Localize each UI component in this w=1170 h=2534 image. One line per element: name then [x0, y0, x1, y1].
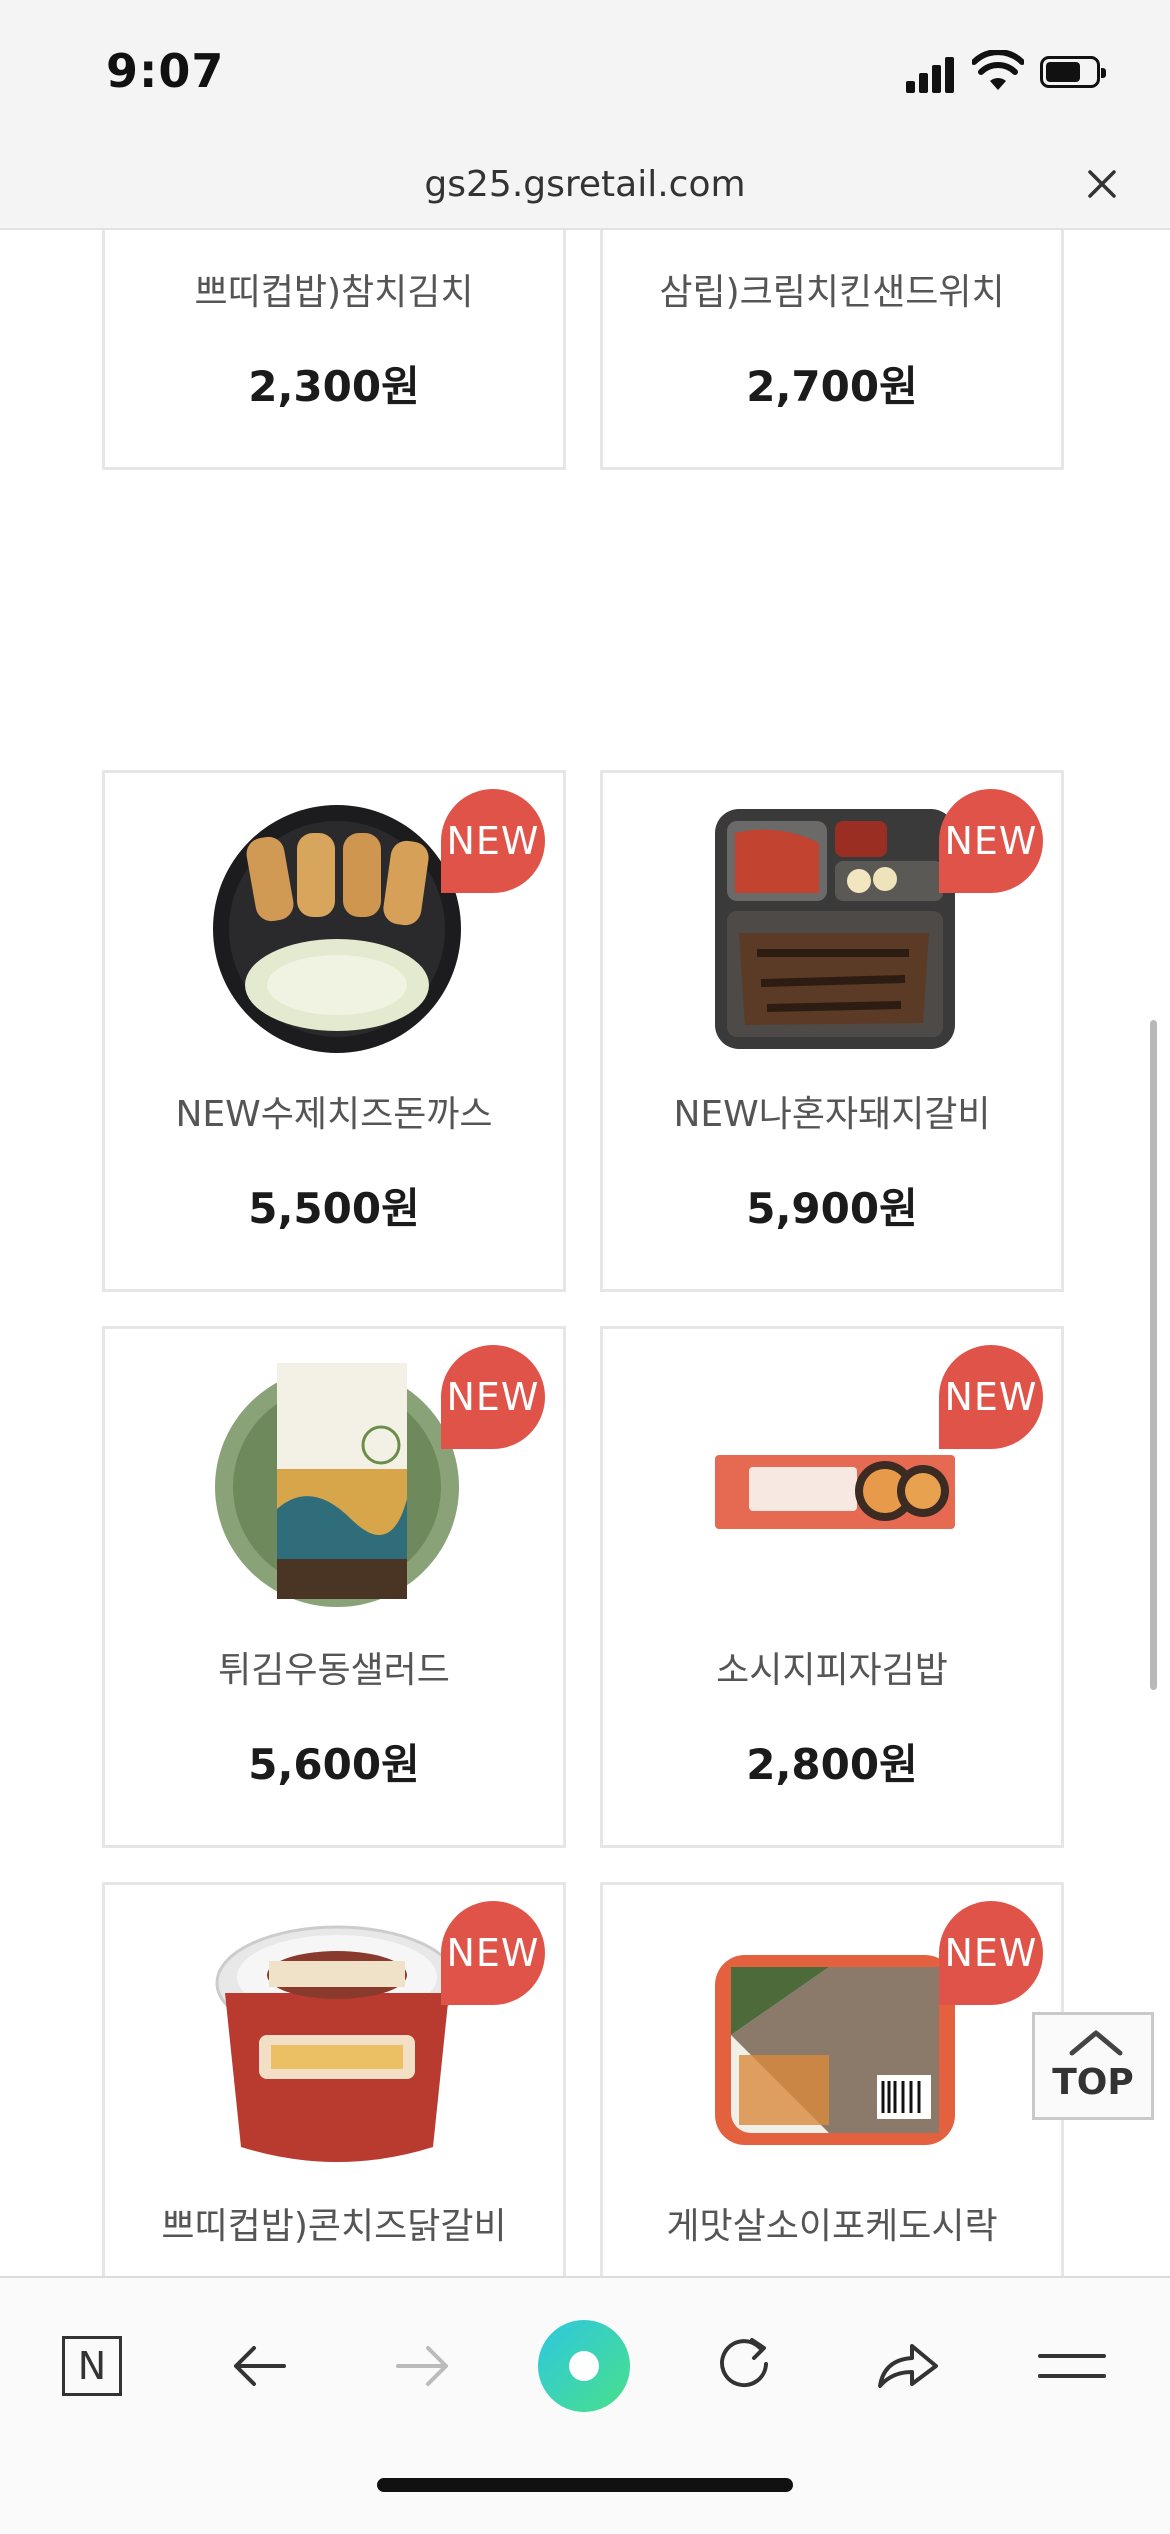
new-badge: NEW [939, 789, 1043, 893]
product-price: 5,900원 [746, 1184, 918, 1233]
close-icon[interactable] [1080, 162, 1124, 206]
cellular-signal-icon [906, 55, 956, 93]
product-image-cup-rice-tuna-kimchi[interactable] [211, 230, 463, 233]
product-image-cup-rice-corn-cheese-chicken[interactable] [211, 1915, 463, 2167]
product-price: 2,300원 [248, 362, 420, 411]
product-card[interactable]: NEW 튀김우동샐러드 5,600원 [102, 1326, 566, 1848]
product-name[interactable]: 쁘띠컵밥)참치김치 [105, 263, 563, 315]
naver-icon[interactable]: N [56, 2326, 136, 2406]
product-card[interactable]: NEW NEW나혼자돼지갈비 5,900원 [600, 770, 1064, 1292]
product-image-crab-poke-lunchbox[interactable] [709, 1915, 961, 2167]
product-price: 2,800원 [746, 1740, 918, 1789]
new-badge: NEW [441, 789, 545, 893]
product-name[interactable]: 튀김우동샐러드 [105, 1641, 563, 1693]
forward-icon[interactable] [382, 2326, 462, 2406]
top-button-label: TOP [1052, 2062, 1134, 2103]
product-name[interactable]: NEW수제치즈돈까스 [105, 1085, 563, 1137]
new-badge: NEW [939, 1901, 1043, 2005]
product-price: 2,700원 [746, 362, 918, 411]
product-image-cheese-pork-cutlet[interactable] [211, 803, 463, 1055]
product-grid: NEW 쁘띠컵밥)참치김치 2,300원 NEW 삼립)크림치킨샌드위치 2,7… [0, 230, 1170, 2276]
back-icon[interactable] [220, 2326, 300, 2406]
status-bar: 9:07 [0, 0, 1170, 150]
product-name[interactable]: NEW나혼자돼지갈비 [603, 1085, 1061, 1137]
product-name[interactable]: 게맛살소이포케도시락 [603, 2197, 1061, 2249]
product-image-udon-salad[interactable] [211, 1359, 463, 1611]
url-text[interactable]: gs25.gsretail.com [0, 164, 1170, 205]
menu-icon[interactable] [1032, 2326, 1112, 2406]
chevron-up-icon [1069, 2030, 1123, 2056]
share-icon[interactable] [868, 2326, 948, 2406]
reload-icon[interactable] [706, 2326, 786, 2406]
product-card[interactable]: NEW 쁘띠컵밥)콘치즈닭갈비 [102, 1882, 566, 2276]
wifi-icon [972, 50, 1024, 90]
scroll-top-button[interactable]: TOP [1032, 2012, 1154, 2120]
product-name[interactable]: 쁘띠컵밥)콘치즈닭갈비 [105, 2197, 563, 2249]
scrollbar[interactable] [1150, 1020, 1157, 1690]
new-badge: NEW [441, 1345, 545, 1449]
product-card[interactable]: NEW 쁘띠컵밥)참치김치 2,300원 [102, 230, 566, 470]
status-time: 9:07 [106, 44, 225, 98]
product-card[interactable]: NEW 삼립)크림치킨샌드위치 2,700원 [600, 230, 1064, 470]
product-image-sausage-pizza-kimbap[interactable] [709, 1359, 961, 1611]
naver-label: N [62, 2336, 122, 2396]
browser-url-bar[interactable]: gs25.gsretail.com [0, 150, 1170, 230]
product-card[interactable]: NEW NEW수제치즈돈까스 5,500원 [102, 770, 566, 1292]
new-badge: NEW [441, 1901, 545, 2005]
product-name[interactable]: 소시지피자김밥 [603, 1641, 1061, 1693]
product-price: 5,500원 [248, 1184, 420, 1233]
product-card[interactable]: NEW 소시지피자김밥 2,800원 [600, 1326, 1064, 1848]
product-card[interactable]: NEW 게맛살소이포케도시락 [600, 1882, 1064, 2276]
product-image-sandwich[interactable] [709, 230, 961, 233]
green-dot-icon[interactable] [536, 2318, 632, 2414]
product-price: 5,600원 [248, 1740, 420, 1789]
product-name[interactable]: 삼립)크림치킨샌드위치 [603, 263, 1061, 315]
battery-icon [1040, 56, 1106, 88]
new-badge: NEW [939, 1345, 1043, 1449]
browser-toolbar: N [0, 2276, 1170, 2534]
product-image-pork-ribs-lunchbox[interactable] [709, 803, 961, 1055]
home-indicator[interactable] [377, 2478, 793, 2492]
